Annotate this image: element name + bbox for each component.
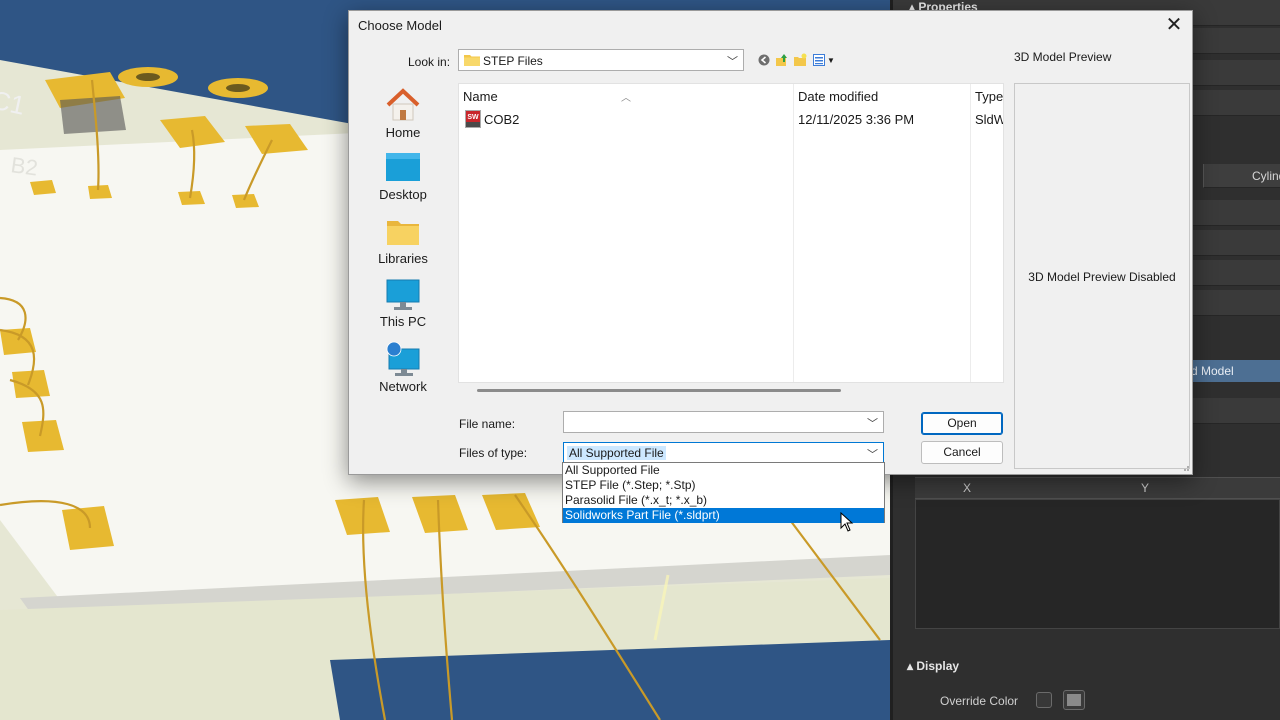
type-option-parasolid[interactable]: Parasolid File (*.x_t; *.x_b) [563,493,884,508]
override-color-swatch[interactable] [1063,690,1085,710]
file-list-header: ︿ Name Date modified Type [459,84,1003,108]
nav-toolbar: ▼ [757,51,837,69]
new-folder-icon [794,53,807,66]
column-y: Y [1141,481,1150,495]
display-section-header[interactable]: ▴ Display [907,659,959,673]
type-option-step[interactable]: STEP File (*.Step; *.Stp) [563,478,884,493]
files-of-type-value: All Supported File [567,446,666,460]
up-folder-button[interactable] [775,53,789,67]
cylinder-tab[interactable]: Cylind [1203,164,1280,188]
table-body [915,499,1280,629]
mouse-pointer-icon [840,512,854,532]
open-button[interactable]: Open [921,412,1003,435]
this-pc-icon [386,279,420,310]
look-in-select[interactable]: STEP Files ﹀ [458,49,744,71]
dropdown-arrow-icon: ▼ [827,55,835,65]
files-of-type-label: Files of type: [459,446,528,460]
folder-icon [464,55,480,66]
column-name[interactable]: Name [463,89,498,104]
sort-ascending-icon: ︿ [621,93,631,104]
network-icon [386,341,420,376]
look-in-label: Look in: [408,55,451,69]
place-label: Desktop [379,187,427,202]
close-icon: ✕ [1165,14,1183,36]
file-row[interactable]: SW COB2 12/11/2025 3:36 PM SldW [459,108,1003,130]
chevron-down-icon: ﹀ [867,418,878,430]
file-list[interactable]: ︿ Name Date modified Type SW COB2 12/11/… [458,83,1004,383]
cylinder-tab-label: Cylind [1252,169,1280,183]
override-color-label: Override Color [940,694,1019,708]
home-icon [386,88,420,121]
up-folder-icon [776,54,787,66]
svg-text:C1: C1 [0,84,28,120]
resize-grip-icon[interactable] [1180,462,1190,472]
place-home[interactable]: Home [357,87,449,140]
file-type: SldW [975,112,1004,127]
solidworks-file-icon: SW [465,110,481,128]
files-of-type-dropdown: All Supported File STEP File (*.Step; *.… [562,462,885,523]
file-date: 12/11/2025 3:36 PM [798,112,915,127]
back-button[interactable] [757,53,771,67]
back-icon [758,54,770,66]
look-in-value: STEP Files [483,54,543,68]
dialog-title: Choose Model [358,18,442,33]
column-type[interactable]: Type [975,89,1003,104]
place-this-pc[interactable]: This PC [357,278,449,329]
svg-text:SW: SW [467,114,479,121]
new-folder-button[interactable] [793,53,807,67]
horizontal-scrollbar[interactable] [477,389,841,392]
type-option-solidworks-part[interactable]: Solidworks Part File (*.sldprt) [563,508,884,523]
type-option-all-supported[interactable]: All Supported File [563,463,884,478]
close-button[interactable]: ✕ [1162,14,1186,38]
place-desktop[interactable]: Desktop [357,151,449,202]
model-row-label: d Model [1191,364,1234,378]
chevron-down-icon: ﹀ [727,56,738,68]
place-network[interactable]: Network [357,341,449,394]
preview-pane: 3D Model Preview Disabled [1014,83,1190,469]
table-header: X Y [915,477,1280,499]
files-of-type-select[interactable]: All Supported File ﹀ [563,442,884,464]
preview-message: 3D Model Preview Disabled [1028,270,1176,284]
view-menu-button[interactable]: ▼ [811,53,837,67]
column-date-modified[interactable]: Date modified [798,89,878,104]
libraries-icon [387,221,419,245]
place-label: This PC [379,314,427,329]
svg-text:B2: B2 [9,152,39,181]
desktop-icon [386,153,420,181]
place-libraries[interactable]: Libraries [357,215,449,266]
view-menu-icon [813,54,826,66]
file-name-label: File name: [459,417,516,431]
place-label: Libraries [378,251,428,266]
override-color-checkbox[interactable] [1036,692,1052,708]
places-bar: Home Desktop Libraries This PC Network [357,83,449,403]
file-name-input[interactable]: ﹀ [563,411,884,433]
chevron-down-icon: ﹀ [867,449,878,461]
column-x: X [963,481,972,495]
choose-model-dialog: Choose Model ✕ Look in: STEP Files ﹀ ▼ 3… [348,10,1193,475]
file-name: COB2 [484,112,520,127]
place-label: Network [379,379,427,394]
place-label: Home [385,125,421,140]
preview-label: 3D Model Preview [1014,50,1112,64]
cancel-button[interactable]: Cancel [921,441,1003,464]
